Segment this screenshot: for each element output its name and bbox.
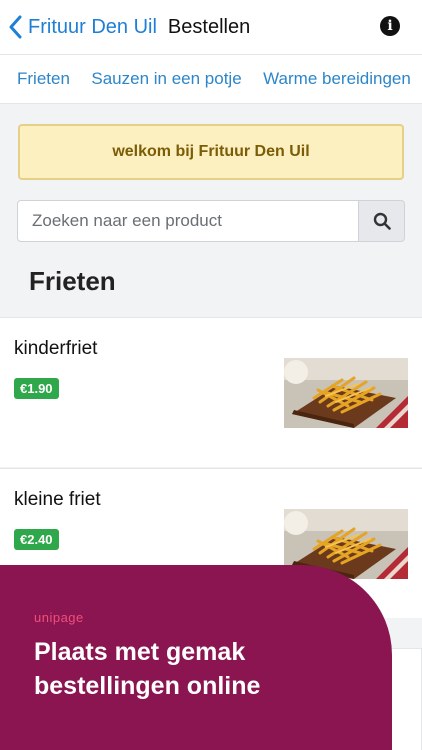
back-button[interactable]: Frituur Den Uil	[0, 0, 157, 54]
back-label: Frituur Den Uil	[28, 15, 157, 38]
promo-banner: unipage Plaats met gemak bestellingen on…	[0, 565, 392, 750]
unipage-logo: unipage	[34, 610, 84, 625]
section-title: Frieten	[29, 266, 116, 296]
tab-frieten[interactable]: Frieten	[17, 55, 70, 103]
page-title: Bestellen	[167, 15, 251, 38]
product-name: kleine friet	[14, 489, 101, 510]
product-card[interactable]: kinderfriet €1.90	[0, 317, 422, 467]
fries-image	[284, 358, 408, 428]
tab-warme-bereidingen[interactable]: Warme bereidingen	[263, 55, 411, 103]
promo-text: Plaats met gemak bestellingen online	[34, 638, 261, 700]
search-icon	[373, 212, 391, 230]
price-badge: €2.40	[14, 529, 59, 550]
info-icon[interactable]: i	[380, 16, 400, 36]
search-input[interactable]	[17, 200, 358, 242]
price-badge: €1.90	[14, 378, 59, 399]
tab-sauzen[interactable]: Sauzen in een potje	[91, 55, 241, 103]
product-name: kinderfriet	[14, 338, 98, 359]
navigation-bar: Frituur Den Uil Bestellen i	[0, 0, 422, 54]
category-tabs: Frieten Sauzen in een potje Warme bereid…	[0, 54, 422, 104]
app-screen: Frituur Den Uil Bestellen i Frieten Sauz…	[0, 0, 422, 750]
welcome-banner: welkom bij Frituur Den Uil	[18, 124, 404, 180]
search-button[interactable]	[358, 200, 405, 242]
search-bar	[17, 200, 405, 242]
chevron-left-icon	[9, 15, 22, 39]
